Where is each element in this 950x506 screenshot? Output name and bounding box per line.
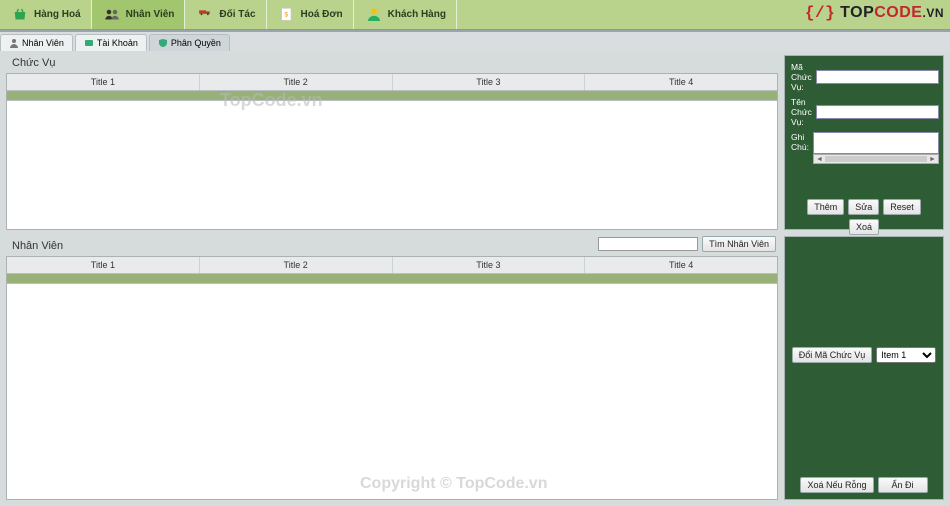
xoa-button[interactable]: Xoá — [849, 219, 879, 235]
table-body-empty[interactable] — [7, 101, 777, 229]
section-header-nhanvien: Nhân Viên Tìm Nhân Viên — [6, 236, 778, 256]
table-nhanvien: Title 1 Title 2 Title 3 Title 4 — [7, 257, 777, 499]
row-nhanvien: Nhân Viên Tìm Nhân Viên Title 1 Title 2 … — [6, 236, 944, 500]
table-header: Title 1 Title 2 Title 3 Title 4 — [7, 257, 777, 274]
searchbar: Tìm Nhân Viên — [598, 236, 778, 254]
card-icon — [84, 38, 94, 48]
basket-icon — [10, 5, 30, 25]
section-header-chucvu: Chức Vụ — [6, 55, 778, 73]
select-wrap: Item 1 — [876, 347, 936, 363]
doima-button[interactable]: Đổi Mã Chức Vụ — [792, 347, 873, 363]
table-chucvu: Title 1 Title 2 Title 3 Title 4 — [7, 74, 777, 229]
form-row-machucvu: Mã Chức Vụ: — [791, 62, 937, 92]
row-actions-bottom: Xoá Nếu Rỗng Ẩn Đi — [791, 437, 937, 493]
braces-icon: {/} — [805, 4, 835, 22]
section-title-nhanvien: Nhân Viên — [8, 238, 67, 254]
chucvu-select[interactable]: Item 1 — [876, 347, 936, 363]
input-tenchucvu[interactable] — [816, 105, 939, 119]
column-header[interactable]: Title 4 — [585, 74, 777, 90]
invoice-icon: $ — [277, 5, 297, 25]
panel-chucvu: Title 1 Title 2 Title 3 Title 4 — [6, 73, 778, 230]
xoaneurong-button[interactable]: Xoá Nếu Rỗng — [800, 477, 873, 493]
brand-logo: {/} TOPCODE.VN — [805, 4, 944, 22]
workarea: Chức Vụ Title 1 Title 2 Title 3 Title 4 … — [0, 51, 950, 506]
reset-button[interactable]: Reset — [883, 199, 921, 215]
subtab-nhanvien[interactable]: Nhân Viên — [0, 34, 73, 51]
button-row-chucvu: Thêm Sửa Reset Xoá — [791, 169, 937, 235]
label-machucvu: Mã Chức Vụ: — [791, 62, 812, 92]
row-doima: Đổi Mã Chức Vụ Item 1 — [791, 337, 937, 363]
subtab-label: Nhân Viên — [22, 38, 64, 48]
subtab-bar: Nhân Viên Tài Khoản Phân Quyền — [0, 30, 950, 51]
search-input[interactable] — [598, 237, 698, 251]
truck-icon — [195, 5, 215, 25]
ribbon-label: Hàng Hoá — [34, 9, 81, 20]
section-title-chucvu: Chức Vụ — [8, 55, 59, 71]
column-header[interactable]: Title 1 — [7, 74, 200, 90]
ribbon-label: Nhân Viên — [126, 9, 175, 20]
row-chucvu: Chức Vụ Title 1 Title 2 Title 3 Title 4 … — [6, 55, 944, 230]
ribbon-label: Hoá Đơn — [301, 9, 343, 20]
column-header[interactable]: Title 1 — [7, 257, 200, 273]
user-icon — [9, 38, 19, 48]
column-header[interactable]: Title 3 — [393, 74, 586, 90]
panel-nhanvien-wrap: Nhân Viên Tìm Nhân Viên Title 1 Title 2 … — [6, 236, 778, 500]
label-ghichu: Ghi Chú: — [791, 132, 809, 152]
column-header[interactable]: Title 2 — [200, 257, 393, 273]
scrollbar-horizontal[interactable]: ◄► — [813, 154, 939, 164]
shield-icon — [158, 38, 168, 48]
form-nhanvien: Đổi Mã Chức Vụ Item 1 Xoá Nếu Rỗng Ẩn Đi — [784, 236, 944, 500]
ribbon-item-khachhang[interactable]: Khách Hàng — [354, 0, 457, 29]
textarea-wrap: ◄► — [813, 132, 939, 164]
subtab-phanquyen[interactable]: Phân Quyền — [149, 34, 230, 51]
table-row-stripe — [7, 274, 777, 284]
label-tenchucvu: Tên Chức Vụ: — [791, 97, 812, 127]
search-button[interactable]: Tìm Nhân Viên — [702, 236, 776, 252]
sua-button[interactable]: Sửa — [848, 199, 879, 215]
logo-text-top: TOP — [840, 4, 874, 21]
table-body-empty[interactable] — [7, 284, 777, 499]
ribbon-label: Khách Hàng — [388, 9, 446, 20]
table-row-stripe — [7, 91, 777, 101]
panel-nhanvien: Title 1 Title 2 Title 3 Title 4 — [6, 256, 778, 500]
svg-text:$: $ — [284, 11, 288, 18]
ribbon-label: Đối Tác — [219, 9, 255, 20]
table-header: Title 1 Title 2 Title 3 Title 4 — [7, 74, 777, 91]
them-button[interactable]: Thêm — [807, 199, 844, 215]
form-row-ghichu: Ghi Chú: ◄► — [791, 132, 937, 164]
input-machucvu[interactable] — [816, 70, 939, 84]
scroll-right-icon[interactable]: ► — [929, 156, 936, 163]
column-header[interactable]: Title 3 — [393, 257, 586, 273]
form-chucvu: Mã Chức Vụ: Tên Chức Vụ: Ghi Chú: ◄► Thê… — [784, 55, 944, 230]
logo-text-code: CODE — [874, 4, 922, 21]
subtab-label: Tài Khoản — [97, 38, 138, 48]
ribbon-item-hanghoa[interactable]: Hàng Hoá — [0, 0, 92, 29]
textarea-ghichu[interactable] — [813, 132, 939, 154]
andi-button[interactable]: Ẩn Đi — [878, 477, 928, 493]
ribbon-item-nhanvien[interactable]: Nhân Viên — [92, 0, 186, 29]
person-icon — [364, 5, 384, 25]
scroll-left-icon[interactable]: ◄ — [816, 156, 823, 163]
logo-text-vn: .VN — [922, 6, 944, 20]
ribbon-item-doitac[interactable]: Đối Tác — [185, 0, 266, 29]
column-header[interactable]: Title 4 — [585, 257, 777, 273]
form-row-tenchucvu: Tên Chức Vụ: — [791, 97, 937, 127]
panel-chucvu-wrap: Chức Vụ Title 1 Title 2 Title 3 Title 4 — [6, 55, 778, 230]
subtab-label: Phân Quyền — [171, 38, 221, 48]
ribbon-item-hoadon[interactable]: $ Hoá Đơn — [267, 0, 354, 29]
people-icon — [102, 5, 122, 25]
subtab-taikhoan[interactable]: Tài Khoản — [75, 34, 147, 51]
scroll-thumb[interactable] — [825, 156, 927, 162]
column-header[interactable]: Title 2 — [200, 74, 393, 90]
